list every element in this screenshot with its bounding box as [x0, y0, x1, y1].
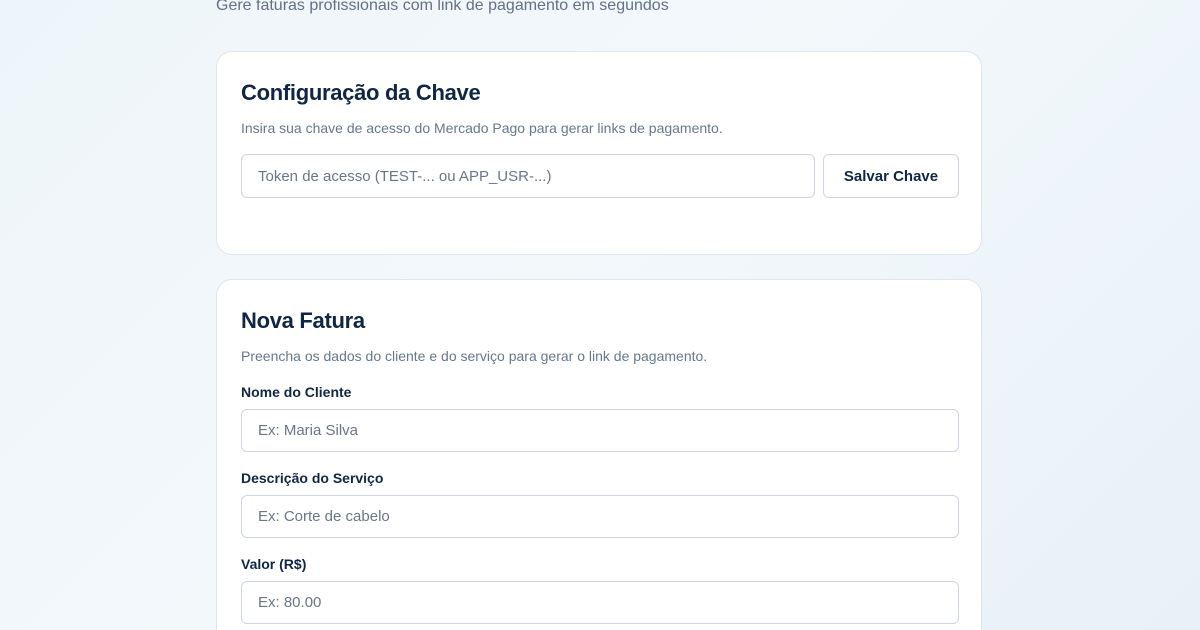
new-invoice-description: Preencha os dados do cliente e do serviç… [241, 348, 708, 364]
app-subtitle: Gere faturas profissionais com link de p… [216, 0, 669, 14]
new-invoice-title: Nova Fatura [241, 308, 365, 333]
new-invoice-card: Nova Fatura Preencha os dados do cliente… [216, 279, 982, 630]
amount-input[interactable] [241, 581, 959, 624]
client-name-label: Nome do Cliente [241, 384, 352, 400]
save-key-button[interactable]: Salvar Chave [823, 154, 959, 198]
amount-label: Valor (R$) [241, 556, 307, 572]
service-description-input[interactable] [241, 495, 959, 538]
key-config-title: Configuração da Chave [241, 80, 481, 105]
access-token-input[interactable] [241, 154, 815, 198]
key-config-card: Configuração da Chave Insira sua chave d… [216, 51, 982, 255]
client-name-input[interactable] [241, 409, 959, 452]
service-description-label: Descrição do Serviço [241, 470, 384, 486]
key-config-description: Insira sua chave de acesso do Mercado Pa… [241, 120, 723, 136]
